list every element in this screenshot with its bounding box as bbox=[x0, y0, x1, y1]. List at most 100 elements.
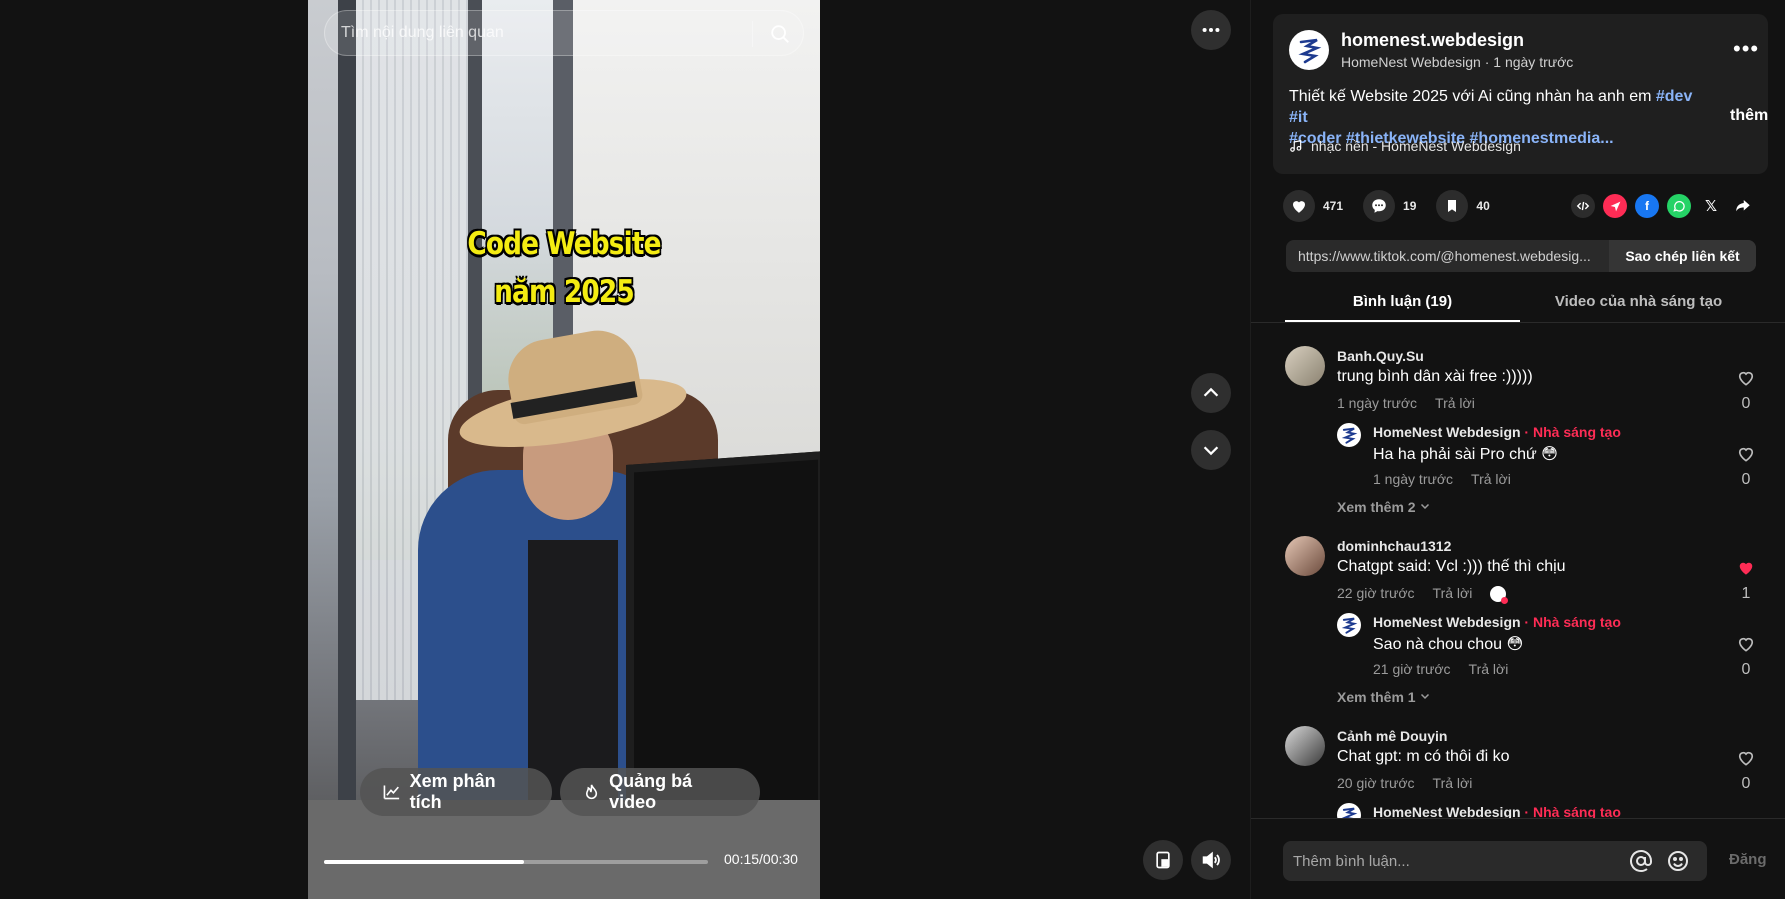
heart-outline-icon bbox=[1738, 447, 1754, 462]
save-stat[interactable]: 40 bbox=[1436, 190, 1490, 222]
author-handle[interactable]: homenest.webdesign bbox=[1341, 30, 1524, 51]
reply-author[interactable]: HomeNest Webdesign · Nhà sáng tạo bbox=[1373, 424, 1621, 440]
search-icon bbox=[771, 25, 789, 43]
comment-button[interactable] bbox=[1363, 190, 1396, 222]
like-count: 471 bbox=[1323, 199, 1344, 213]
view-analytics-label: Xem phân tích bbox=[409, 771, 496, 812]
volume-button[interactable] bbox=[1191, 840, 1231, 880]
reply-text: Ha ha phải sài Pro chứ 😳 bbox=[1373, 446, 1558, 463]
active-tab-indicator bbox=[1285, 320, 1520, 322]
reply-button[interactable]: Trả lời bbox=[1471, 471, 1511, 487]
flame-icon bbox=[585, 784, 598, 800]
emoji-icon bbox=[1668, 851, 1688, 871]
comment-like-count: 0 bbox=[1741, 395, 1751, 412]
reply-author[interactable]: HomeNest Webdesign · Nhà sáng tạo bbox=[1373, 804, 1621, 818]
creator-liked-avatar bbox=[1490, 586, 1509, 605]
comment-time: 1 ngày trước bbox=[1337, 395, 1418, 411]
post-comment-button[interactable]: Đăng bbox=[1729, 851, 1767, 868]
previous-video-button[interactable] bbox=[1191, 373, 1231, 413]
copy-link-button[interactable]: Sao chép liên kết bbox=[1609, 240, 1756, 272]
search-button[interactable] bbox=[765, 19, 795, 49]
promote-video-button[interactable]: Quảng bá video bbox=[560, 768, 760, 816]
reply-button[interactable]: Trả lời bbox=[1469, 661, 1509, 677]
tab-comments[interactable]: Bình luận (19) bbox=[1285, 293, 1520, 310]
hashtag[interactable]: #it bbox=[1289, 109, 1308, 126]
facebook-icon[interactable]: f bbox=[1635, 194, 1659, 218]
mini-player-button[interactable] bbox=[1143, 840, 1183, 880]
homenest-logo-icon bbox=[1341, 807, 1358, 818]
comment-author[interactable]: dominhchau1312 bbox=[1337, 538, 1451, 554]
avatar[interactable] bbox=[1285, 346, 1325, 386]
comment-meta: 1 ngày trước Trả lời bbox=[1337, 395, 1475, 411]
music-link[interactable]: nhạc nền - HomeNest Webdesign bbox=[1289, 138, 1521, 154]
save-count: 40 bbox=[1476, 199, 1490, 213]
homenest-logo-icon bbox=[1298, 38, 1322, 64]
comment-stat[interactable]: 19 bbox=[1363, 190, 1416, 222]
avatar[interactable] bbox=[1285, 536, 1325, 576]
comment-count: 19 bbox=[1403, 199, 1417, 213]
author-display-name: HomeNest Webdesign bbox=[1341, 54, 1481, 70]
reply-like[interactable]: 0 bbox=[1731, 444, 1761, 489]
hashtag[interactable]: #dev bbox=[1656, 88, 1692, 105]
mention-button[interactable] bbox=[1629, 849, 1653, 878]
music-note-icon bbox=[1290, 140, 1302, 152]
comment-time: 22 giờ trước bbox=[1337, 585, 1415, 601]
comment-like[interactable]: 0 bbox=[1731, 748, 1761, 793]
comment-time: 20 giờ trước bbox=[1337, 775, 1415, 791]
homenest-logo-icon bbox=[1341, 617, 1358, 634]
search-divider bbox=[752, 21, 753, 47]
author-avatar[interactable] bbox=[1289, 30, 1329, 70]
video-progress-bar[interactable] bbox=[324, 860, 708, 864]
comment-like-count: 1 bbox=[1741, 585, 1751, 602]
more-options-button[interactable] bbox=[1191, 10, 1231, 50]
comment-input[interactable] bbox=[1293, 841, 1623, 881]
avatar[interactable] bbox=[1337, 613, 1361, 637]
emoji-button[interactable] bbox=[1666, 849, 1690, 878]
reply-meta: 1 ngày trước Trả lời bbox=[1373, 471, 1511, 487]
comment-author[interactable]: Banh.Quy.Su bbox=[1337, 348, 1424, 364]
reply-author[interactable]: HomeNest Webdesign · Nhà sáng tạo bbox=[1373, 614, 1621, 630]
avatar[interactable] bbox=[1285, 726, 1325, 766]
like-button[interactable] bbox=[1283, 190, 1315, 222]
comment-text: trung bình dân xài free :))))) bbox=[1337, 368, 1533, 385]
comment-like[interactable]: 0 bbox=[1731, 368, 1761, 413]
next-video-button[interactable] bbox=[1191, 430, 1231, 470]
video-player[interactable]: Code Website năm 2025 bbox=[308, 0, 820, 899]
post-time: 1 ngày trước bbox=[1493, 54, 1574, 70]
avatar[interactable] bbox=[1337, 803, 1361, 818]
reply-button[interactable]: Trả lời bbox=[1435, 395, 1475, 411]
chart-icon bbox=[383, 785, 400, 800]
reply-like[interactable]: 0 bbox=[1731, 634, 1761, 679]
comment-like[interactable]: 1 bbox=[1731, 558, 1761, 603]
reply-button[interactable]: Trả lời bbox=[1433, 775, 1473, 791]
see-more-link[interactable]: thêm bbox=[1730, 107, 1768, 125]
avatar[interactable] bbox=[1337, 423, 1361, 447]
view-more-replies[interactable]: Xem thêm 2 bbox=[1337, 499, 1431, 515]
comment-meta: 22 giờ trước Trả lời bbox=[1337, 585, 1509, 605]
comment-author[interactable]: Cảnh mê Douyin bbox=[1337, 728, 1447, 744]
reply-time: 1 ngày trước bbox=[1373, 471, 1454, 487]
comment-text: Chat gpt: m có thôi đi ko bbox=[1337, 748, 1510, 765]
like-stat[interactable]: 471 bbox=[1283, 190, 1343, 222]
chevron-down-icon bbox=[1203, 446, 1219, 456]
at-sign-icon bbox=[1630, 850, 1652, 872]
save-button[interactable] bbox=[1436, 190, 1469, 222]
creator-badge: · Nhà sáng tạo bbox=[1520, 804, 1621, 818]
tab-creator-videos[interactable]: Video của nhà sáng tạo bbox=[1521, 293, 1756, 310]
reply-button[interactable]: Trả lời bbox=[1433, 585, 1473, 601]
send-icon[interactable] bbox=[1603, 194, 1627, 218]
music-title: nhạc nền - HomeNest Webdesign bbox=[1311, 138, 1521, 154]
view-more-replies[interactable]: Xem thêm 1 bbox=[1337, 689, 1431, 705]
share-icon[interactable] bbox=[1731, 194, 1755, 218]
embed-icon[interactable] bbox=[1571, 194, 1595, 218]
comment-list: Banh.Quy.Su trung bình dân xài free :)))… bbox=[1251, 330, 1785, 818]
share-row: f 𝕏 bbox=[1571, 194, 1755, 218]
reply-time: 21 giờ trước bbox=[1373, 661, 1451, 677]
video-stage: Code Website năm 2025 Xem phân tích Quản… bbox=[0, 0, 1250, 899]
related-search-input[interactable] bbox=[341, 11, 741, 55]
view-analytics-button[interactable]: Xem phân tích bbox=[360, 768, 552, 816]
x-icon[interactable]: 𝕏 bbox=[1699, 194, 1723, 218]
whatsapp-icon[interactable] bbox=[1667, 194, 1691, 218]
post-more-button[interactable]: ••• bbox=[1733, 36, 1759, 62]
share-link-url[interactable]: https://www.tiktok.com/@homenest.webdesi… bbox=[1298, 248, 1608, 264]
